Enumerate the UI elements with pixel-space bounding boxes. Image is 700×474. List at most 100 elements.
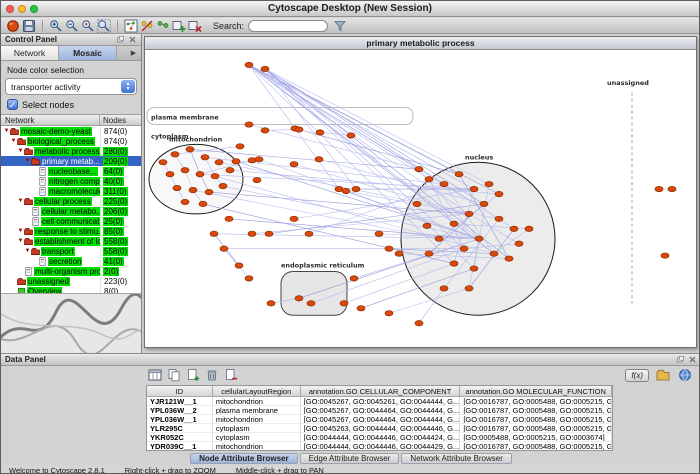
network-node[interactable] [450, 261, 458, 266]
network-node[interactable] [495, 191, 503, 196]
network-node[interactable] [470, 266, 478, 271]
close-icon[interactable] [128, 35, 137, 44]
tree-row[interactable]: cell communicat...25(0) [1, 216, 141, 226]
tree-row[interactable]: macromolecule...311(0) [1, 186, 141, 196]
network-node[interactable] [415, 320, 423, 325]
network-node[interactable] [490, 251, 498, 256]
save-session-icon[interactable] [21, 19, 37, 33]
network-node[interactable] [245, 276, 253, 281]
network-edge[interactable] [249, 65, 479, 239]
network-node[interactable] [316, 130, 324, 135]
table-row[interactable]: YPL036W__2plasma membrane[GO:0045267, GO… [147, 406, 612, 415]
hide-selected-icon[interactable] [139, 19, 155, 33]
network-node[interactable] [186, 147, 194, 152]
zoom-fit-icon[interactable] [96, 19, 112, 33]
network-node[interactable] [425, 251, 433, 256]
network-node[interactable] [465, 286, 473, 291]
network-canvas[interactable]: plasma membranecytoplasmmitochondrionnuc… [145, 51, 696, 347]
network-node[interactable] [480, 201, 488, 206]
import-attributes-icon[interactable] [655, 368, 671, 382]
clear-attribute-icon[interactable] [223, 368, 239, 382]
network-view-title[interactable]: primary metabolic process [145, 37, 696, 50]
network-node[interactable] [357, 306, 365, 311]
network-node[interactable] [255, 157, 263, 162]
tab-edge-attribute-browser[interactable]: Edge Attribute Browser [300, 453, 400, 464]
network-node[interactable] [181, 199, 189, 204]
tab-network-attribute-browser[interactable]: Network Attribute Browser [401, 453, 511, 464]
network-node[interactable] [342, 188, 350, 193]
network-node[interactable] [413, 201, 421, 206]
network-node[interactable] [350, 276, 358, 281]
network-node[interactable] [245, 62, 253, 67]
zoom-in-icon[interactable] [48, 19, 64, 33]
tree-row[interactable]: ▼establishment of lo...558(0) [1, 236, 141, 246]
network-node[interactable] [655, 186, 663, 191]
network-node[interactable] [211, 173, 219, 178]
network-node[interactable] [220, 246, 228, 251]
table-column-header[interactable]: cellularLayoutRegion [213, 386, 301, 397]
table-row[interactable]: YJR121W__1mitochondrion[GO:0045267, GO:0… [147, 397, 612, 406]
tree-row[interactable]: ▼metabolic process280(0) [1, 146, 141, 156]
network-node[interactable] [253, 177, 261, 182]
network-node[interactable] [395, 251, 403, 256]
tree-row[interactable]: multi-organism pro...2(0) [1, 266, 141, 276]
network-node[interactable] [232, 159, 240, 164]
network-overview-icon[interactable] [123, 19, 139, 33]
network-edge[interactable] [249, 65, 469, 214]
network-node[interactable] [525, 226, 533, 231]
copy-icon[interactable] [166, 368, 182, 382]
network-node[interactable] [201, 155, 209, 160]
network-node[interactable] [455, 171, 463, 176]
table-row[interactable]: YLR295Ccytoplasm[GO:0045263, GO:0044444,… [147, 424, 612, 433]
table-row[interactable]: YPL036W__1mitochondrion[GO:0045267, GO:0… [147, 415, 612, 424]
network-node[interactable] [315, 157, 323, 162]
network-node[interactable] [261, 128, 269, 133]
network-node[interactable] [440, 286, 448, 291]
show-all-icon[interactable] [155, 19, 171, 33]
network-node[interactable] [181, 168, 189, 173]
tree-row[interactable]: ▼primary metab...209(0) [1, 156, 141, 166]
network-node[interactable] [295, 296, 303, 301]
network-node[interactable] [425, 176, 433, 181]
close-icon[interactable] [688, 355, 697, 364]
network-node[interactable] [248, 231, 256, 236]
network-node[interactable] [236, 144, 244, 149]
network-node[interactable] [235, 263, 243, 268]
float-icon[interactable] [116, 35, 125, 44]
zoom-selected-icon[interactable] [80, 19, 96, 33]
network-node[interactable] [661, 253, 669, 258]
tab-node-attribute-browser[interactable]: Node Attribute Browser [190, 453, 298, 464]
tree-row[interactable]: cellular metabo...206(0) [1, 206, 141, 216]
network-node[interactable] [440, 181, 448, 186]
tree-row[interactable]: secretion41(0) [1, 256, 141, 266]
expand-toggle-icon[interactable]: ▼ [17, 148, 24, 154]
network-node[interactable] [435, 236, 443, 241]
network-node[interactable] [515, 241, 523, 246]
network-node[interactable] [205, 189, 213, 194]
network-node[interactable] [215, 160, 223, 165]
float-icon[interactable] [676, 355, 685, 364]
node-color-dropdown[interactable]: transporter activity ▲▼ [5, 78, 137, 95]
network-node[interactable] [305, 231, 313, 236]
tree-row[interactable]: ▼response to stimu...85(0) [1, 226, 141, 236]
network-node[interactable] [352, 186, 360, 191]
create-attribute-icon[interactable] [185, 368, 201, 382]
tree-row[interactable]: ▼cellular process225(0) [1, 196, 141, 206]
tab-scroll-right-icon[interactable]: ▶ [126, 46, 141, 60]
table-column-header[interactable]: ID [147, 386, 213, 397]
network-node[interactable] [385, 311, 393, 316]
network-node[interactable] [265, 231, 273, 236]
network-node[interactable] [340, 301, 348, 306]
network-node[interactable] [210, 231, 218, 236]
zoom-out-icon[interactable] [64, 19, 80, 33]
table-row[interactable]: YKR052Ccytoplasm[GO:0044444, GO:0044446,… [147, 433, 612, 442]
network-node[interactable] [485, 181, 493, 186]
search-input[interactable] [248, 20, 328, 32]
network-node[interactable] [171, 152, 179, 157]
expand-toggle-icon[interactable]: ▼ [17, 238, 24, 244]
network-node[interactable] [450, 221, 458, 226]
select-attributes-icon[interactable] [147, 368, 163, 382]
tree-row[interactable]: nucleobase...64(0) [1, 166, 141, 176]
network-node[interactable] [219, 183, 227, 188]
network-node[interactable] [189, 187, 197, 192]
